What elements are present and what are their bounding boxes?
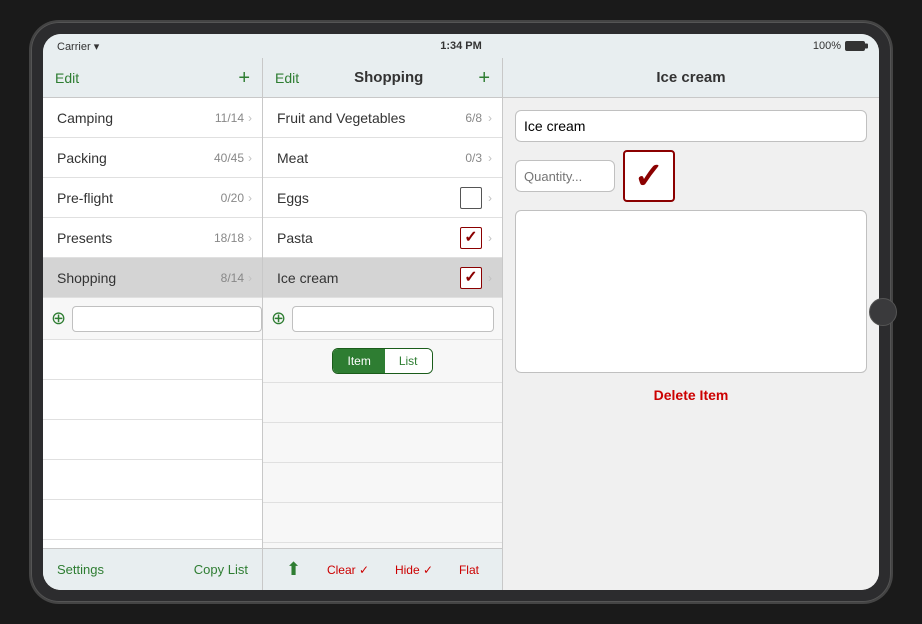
middle-item-icecream[interactable]: Ice cream ›	[263, 258, 502, 298]
toggle-list-button[interactable]: List	[385, 349, 432, 373]
big-checkbox[interactable]: ✓	[623, 150, 675, 202]
left-add-row: ⊕	[43, 298, 262, 340]
clear-button[interactable]: Clear ✓	[327, 563, 369, 577]
empty-row	[43, 380, 262, 420]
empty-row	[263, 423, 502, 463]
list-items-container: Camping 11/14 › Packing 40/45 ›	[43, 98, 262, 548]
chevron-icon: ›	[248, 111, 252, 125]
middle-list-container: Fruit and Vegetables 6/8 › Meat 0/3 ›	[263, 98, 502, 548]
battery-area: 100%	[596, 40, 865, 52]
share-icon[interactable]: ⬆	[286, 559, 301, 580]
right-panel-content: ✓ Delete Item	[503, 98, 879, 590]
right-panel-title: Ice cream	[656, 69, 725, 86]
empty-row	[43, 340, 262, 380]
middle-add-input[interactable]	[292, 306, 494, 332]
empty-row	[263, 503, 502, 543]
battery-icon	[845, 41, 865, 51]
chevron-icon: ›	[488, 111, 492, 125]
delete-item-button[interactable]: Delete Item	[515, 381, 867, 409]
status-bar: Carrier ▾ 1:34 PM 100%	[43, 34, 879, 58]
home-button[interactable]	[869, 298, 897, 326]
right-spacer	[515, 417, 867, 578]
left-panel-header: Edit +	[43, 58, 262, 98]
middle-edit-button[interactable]: Edit	[275, 70, 299, 86]
battery-percent: 100%	[813, 40, 841, 52]
list-item-presents[interactable]: Presents 18/18 ›	[43, 218, 262, 258]
empty-row	[43, 460, 262, 500]
quantity-input[interactable]	[515, 160, 615, 192]
settings-button[interactable]: Settings	[57, 562, 104, 577]
big-check-icon: ✓	[634, 158, 664, 194]
empty-row	[43, 420, 262, 460]
middle-item-pasta[interactable]: Pasta ›	[263, 218, 502, 258]
left-panel: Edit + Camping 11/14 › Packing 40/	[43, 58, 263, 590]
left-empty-rows	[43, 340, 262, 548]
middle-add-button[interactable]: +	[478, 68, 490, 88]
middle-panel: Edit Shopping + Fruit and Vegetables 6/8…	[263, 58, 503, 590]
chevron-icon: ›	[248, 151, 252, 165]
middle-panel-footer: ⬆ Clear ✓ Hide ✓ Flat	[263, 548, 502, 590]
middle-add-row: ⊕	[263, 298, 502, 340]
middle-panel-header: Edit Shopping +	[263, 58, 502, 98]
empty-row	[43, 500, 262, 540]
chevron-icon: ›	[248, 231, 252, 245]
toggle-item-button[interactable]: Item	[333, 349, 384, 373]
checkbox-pasta[interactable]	[460, 227, 482, 249]
chevron-icon: ›	[488, 151, 492, 165]
hide-button[interactable]: Hide ✓	[395, 563, 433, 577]
chevron-icon: ›	[488, 231, 492, 245]
empty-row	[263, 383, 502, 423]
carrier-text: Carrier	[57, 41, 91, 53]
middle-item-eggs[interactable]: Eggs ›	[263, 178, 502, 218]
chevron-icon: ›	[488, 191, 492, 205]
quantity-row: ✓	[515, 150, 867, 202]
left-edit-button[interactable]: Edit	[55, 70, 79, 86]
checkbox-eggs[interactable]	[460, 187, 482, 209]
toggle-container: Item List	[263, 340, 502, 383]
notes-area[interactable]	[515, 210, 867, 373]
item-name-input[interactable]	[515, 110, 867, 142]
middle-item-fruit[interactable]: Fruit and Vegetables 6/8 ›	[263, 98, 502, 138]
ipad-screen: Carrier ▾ 1:34 PM 100% Edit + Camping	[43, 34, 879, 590]
flat-button[interactable]: Flat	[459, 563, 479, 577]
ipad-device: Carrier ▾ 1:34 PM 100% Edit + Camping	[31, 22, 891, 602]
empty-row	[43, 540, 262, 548]
middle-empty-rows	[263, 383, 502, 548]
middle-item-meat[interactable]: Meat 0/3 ›	[263, 138, 502, 178]
empty-row	[263, 463, 502, 503]
left-add-input[interactable]	[72, 306, 262, 332]
list-item-shopping[interactable]: Shopping 8/14 ›	[43, 258, 262, 298]
wifi-icon: ▾	[94, 41, 100, 53]
main-content: Edit + Camping 11/14 › Packing 40/	[43, 58, 879, 590]
middle-add-circle-icon[interactable]: ⊕	[271, 308, 286, 329]
chevron-icon: ›	[488, 271, 492, 285]
copy-list-button[interactable]: Copy List	[194, 562, 248, 577]
chevron-icon: ›	[248, 191, 252, 205]
right-panel-header: Ice cream	[503, 58, 879, 98]
left-panel-footer: Settings Copy List	[43, 548, 262, 590]
time-display: 1:34 PM	[326, 40, 595, 52]
item-list-toggle: Item List	[332, 348, 432, 374]
list-item-packing[interactable]: Packing 40/45 ›	[43, 138, 262, 178]
add-circle-icon[interactable]: ⊕	[51, 308, 66, 329]
right-panel: Ice cream ✓ Delete Item	[503, 58, 879, 590]
chevron-icon: ›	[248, 271, 252, 285]
list-item-preflight[interactable]: Pre-flight 0/20 ›	[43, 178, 262, 218]
middle-panel-title: Shopping	[354, 69, 423, 86]
carrier-info: Carrier ▾	[57, 40, 326, 53]
checkbox-icecream[interactable]	[460, 267, 482, 289]
left-add-button[interactable]: +	[238, 68, 250, 88]
list-item-camping[interactable]: Camping 11/14 ›	[43, 98, 262, 138]
